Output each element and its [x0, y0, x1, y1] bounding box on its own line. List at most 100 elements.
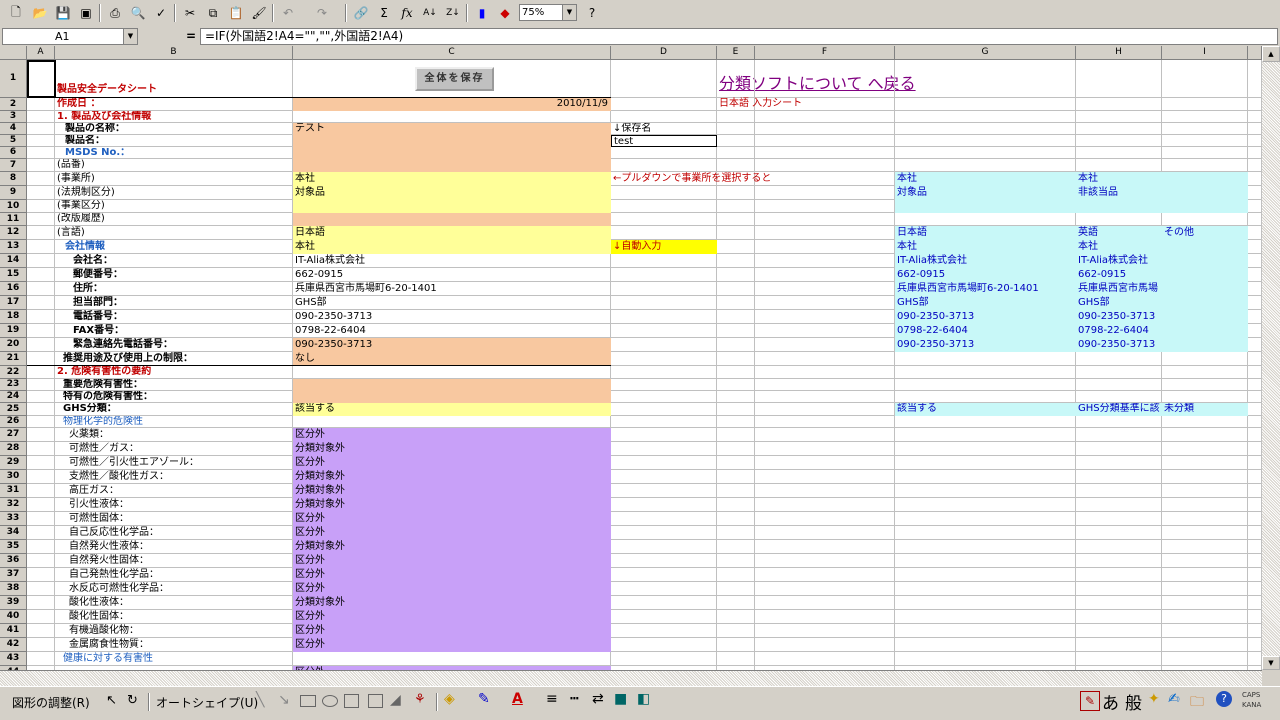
sort-desc-icon[interactable]: Z↓ — [443, 3, 463, 23]
select-pointer-icon[interactable]: ↖ — [106, 693, 117, 708]
value-cell[interactable]: 区分外 — [293, 568, 611, 582]
note-cell[interactable] — [611, 366, 717, 379]
value-cell[interactable]: 分類対象外 — [293, 540, 611, 554]
row-header[interactable]: 3 — [0, 111, 27, 123]
note-cell[interactable] — [611, 111, 717, 123]
row-label[interactable]: 自然発火性液体： — [55, 540, 293, 554]
value-cell[interactable]: 区分外 — [293, 512, 611, 526]
data-cell[interactable] — [1162, 379, 1248, 391]
sort-asc-icon[interactable]: A↓ — [420, 3, 440, 23]
note-cell[interactable]: ↓保存名 — [611, 123, 717, 135]
row-label[interactable]: (改版履歴) — [55, 213, 293, 226]
row-header[interactable]: 20 — [0, 338, 27, 352]
note-cell[interactable] — [611, 159, 717, 172]
data-cell[interactable] — [1162, 159, 1248, 172]
column-header-g[interactable]: G — [895, 46, 1076, 60]
column-header-i[interactable]: I — [1162, 46, 1248, 60]
data-cell[interactable] — [895, 540, 1076, 554]
data-cell[interactable] — [1162, 456, 1248, 470]
data-cell[interactable]: 対象品 — [895, 186, 1076, 200]
value-cell[interactable]: 対象品 — [293, 186, 611, 200]
data-cell[interactable] — [1162, 638, 1248, 652]
row-label[interactable]: 健康に対する有害性 — [55, 652, 293, 666]
data-cell[interactable] — [895, 98, 1076, 111]
value-cell[interactable]: なし — [293, 352, 611, 366]
drawing-icon[interactable]: ◆ — [495, 3, 515, 23]
row-label[interactable]: 自己反応性化学品： — [55, 526, 293, 540]
ime-mode-icon[interactable]: ✎ — [1080, 691, 1100, 711]
data-cell[interactable] — [895, 624, 1076, 638]
name-box[interactable]: A1 ▼ — [2, 28, 138, 45]
data-cell[interactable] — [895, 123, 1076, 135]
note-cell[interactable] — [611, 213, 717, 226]
row-label[interactable]: 火薬類： — [55, 428, 293, 442]
data-cell[interactable] — [1076, 366, 1162, 379]
data-cell[interactable]: 本社 — [895, 240, 1076, 254]
data-cell[interactable] — [1076, 540, 1162, 554]
data-cell[interactable] — [1162, 366, 1248, 379]
data-cell[interactable] — [895, 159, 1076, 172]
dash-style-icon[interactable]: ┅ — [570, 691, 578, 707]
data-cell[interactable] — [1076, 379, 1162, 391]
data-cell[interactable] — [1076, 135, 1162, 147]
data-cell[interactable]: その他 — [1162, 226, 1248, 240]
row-label[interactable]: 自然発火性固体： — [55, 554, 293, 568]
row-label[interactable]: 作成日 ： — [55, 98, 293, 111]
note-cell[interactable] — [611, 610, 717, 624]
fill-color-icon[interactable]: ◈ — [444, 691, 455, 707]
value-cell[interactable]: 区分外 — [293, 582, 611, 596]
row-label[interactable]: 自己発熱性化学品： — [55, 568, 293, 582]
oval-icon[interactable] — [322, 695, 338, 707]
row-header[interactable]: 22 — [0, 366, 27, 379]
row-label[interactable]: 支燃性／酸化性ガス： — [55, 470, 293, 484]
row-header[interactable]: 19 — [0, 324, 27, 338]
print-icon[interactable]: ⎙ — [105, 3, 125, 23]
value-cell[interactable]: 分類対象外 — [293, 498, 611, 512]
row-header[interactable]: 38 — [0, 582, 27, 596]
data-cell[interactable] — [1076, 391, 1162, 403]
data-cell[interactable] — [1162, 268, 1248, 282]
data-cell[interactable] — [1162, 498, 1248, 512]
note-cell[interactable] — [611, 147, 717, 159]
row-label[interactable]: 推奨用途及び使用上の制限： — [55, 352, 293, 366]
data-cell[interactable] — [1162, 568, 1248, 582]
value-cell[interactable]: GHS部 — [293, 296, 611, 310]
row-header[interactable]: 42 — [0, 638, 27, 652]
value-cell[interactable]: 日本語 — [293, 226, 611, 240]
value-cell[interactable]: 区分外 — [293, 554, 611, 568]
note-cell[interactable] — [611, 310, 717, 324]
row-header[interactable]: 33 — [0, 512, 27, 526]
value-cell[interactable] — [293, 652, 611, 666]
column-header-f[interactable]: F — [755, 46, 895, 60]
data-cell[interactable] — [1162, 554, 1248, 568]
note-cell[interactable] — [611, 60, 717, 98]
row-label[interactable]: 緊急連絡先電話番号： — [55, 338, 293, 352]
data-cell[interactable] — [1162, 470, 1248, 484]
data-cell[interactable] — [895, 512, 1076, 526]
note-cell[interactable] — [611, 638, 717, 652]
row-header[interactable]: 23 — [0, 379, 27, 391]
data-cell[interactable] — [1162, 391, 1248, 403]
value-cell[interactable]: 分類対象外 — [293, 442, 611, 456]
permission-icon[interactable]: ▣ — [76, 3, 96, 23]
data-cell[interactable]: 0798-22-6404 — [895, 324, 1076, 338]
formula-input[interactable]: =IF(外国語2!A4="","",外国語2!A4) — [200, 28, 1278, 45]
note-cell[interactable] — [611, 416, 717, 428]
data-cell[interactable] — [1162, 652, 1248, 666]
data-cell[interactable] — [1162, 442, 1248, 456]
data-cell[interactable] — [895, 652, 1076, 666]
row-label[interactable]: 金属腐食性物質： — [55, 638, 293, 652]
redo-icon[interactable]: ↷ — [312, 3, 332, 23]
selected-cell[interactable] — [27, 60, 56, 98]
row-header[interactable]: 32 — [0, 498, 27, 512]
row-header[interactable]: 13 — [0, 240, 27, 254]
row-label[interactable]: 製品の名称： — [55, 123, 293, 135]
row-label[interactable]: 会社名： — [55, 254, 293, 268]
value-cell[interactable]: 区分外 — [293, 624, 611, 638]
data-cell[interactable] — [1076, 456, 1162, 470]
value-cell[interactable]: 区分外 — [293, 456, 611, 470]
data-cell[interactable] — [1162, 582, 1248, 596]
data-cell[interactable] — [895, 582, 1076, 596]
row-label[interactable]: (事業所) — [55, 172, 293, 186]
value-cell[interactable] — [293, 147, 611, 159]
